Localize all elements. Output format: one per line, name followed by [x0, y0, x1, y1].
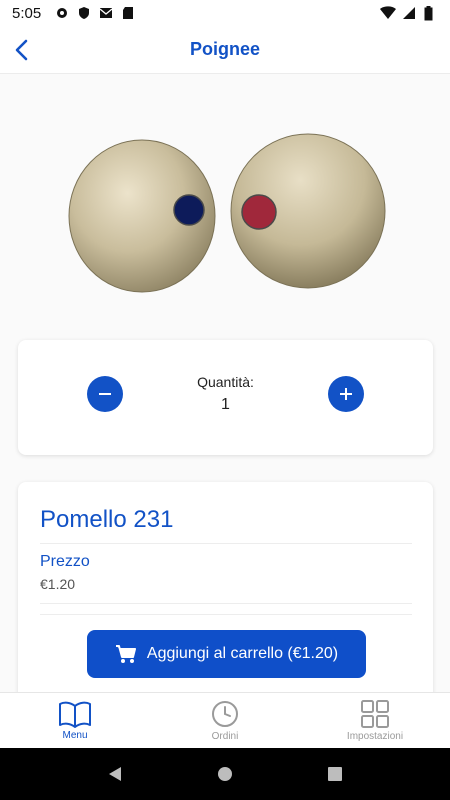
system-back-button[interactable] — [103, 762, 127, 786]
status-bar: 5:05 — [0, 0, 450, 26]
quantity-value: 1 — [221, 396, 230, 413]
triangle-back-icon — [109, 767, 121, 781]
indicator-blue — [173, 194, 205, 226]
product-info-card: Pomello 231 Prezzo €1.20 Aggiungi al car… — [18, 482, 433, 712]
nav-item-ordini[interactable]: Ordini — [150, 693, 300, 748]
bottom-navigation: Menu Ordini Impostazioni — [0, 692, 450, 748]
page-title: Poignee — [189, 39, 260, 59]
circle-home-icon — [218, 767, 232, 781]
price-value: €1.20 — [40, 576, 76, 592]
book-icon — [59, 701, 91, 728]
system-home-button[interactable] — [213, 762, 237, 786]
chevron-left-icon — [15, 39, 28, 61]
square-recents-icon — [328, 767, 342, 781]
add-to-cart-button[interactable]: Aggiungi al carrello (€1.20) — [87, 630, 366, 678]
divider — [40, 543, 412, 544]
product-image — [60, 128, 390, 303]
shield-icon — [77, 6, 91, 20]
battery-icon — [424, 6, 438, 21]
nav-item-impostazioni[interactable]: Impostazioni — [300, 693, 450, 748]
price-label: Prezzo — [40, 553, 90, 570]
product-name: Pomello 231 — [40, 506, 174, 533]
clock-icon — [212, 701, 238, 727]
increase-quantity-button[interactable] — [328, 376, 364, 412]
divider — [40, 614, 412, 615]
app-bar: Poignee — [0, 26, 450, 74]
nav-item-menu[interactable]: Menu — [0, 693, 150, 748]
status-time: 5:05 — [12, 4, 42, 22]
system-navigation-bar — [0, 748, 450, 800]
sd-card-icon — [121, 6, 135, 20]
mail-icon — [99, 6, 113, 20]
settings-icon — [55, 6, 69, 20]
nav-label-menu: Menu — [62, 730, 88, 741]
add-to-cart-label: Aggiungi al carrello (€1.20) — [146, 645, 339, 662]
nav-label-impostazioni: Impostazioni — [346, 731, 404, 742]
nav-label-ordini: Ordini — [211, 731, 239, 742]
divider — [40, 603, 412, 604]
cart-icon — [115, 645, 136, 663]
status-right — [380, 6, 438, 21]
signal-icon — [402, 6, 416, 20]
grid-icon — [361, 700, 389, 728]
indicator-red — [241, 194, 277, 230]
quantity-label: Quantità: — [197, 374, 254, 390]
wifi-icon — [380, 6, 396, 20]
back-button[interactable] — [6, 34, 38, 66]
status-left: 5:05 — [12, 5, 135, 22]
system-recents-button[interactable] — [323, 762, 347, 786]
plus-icon — [340, 388, 352, 400]
quantity-card: Quantità: 1 — [18, 340, 433, 455]
